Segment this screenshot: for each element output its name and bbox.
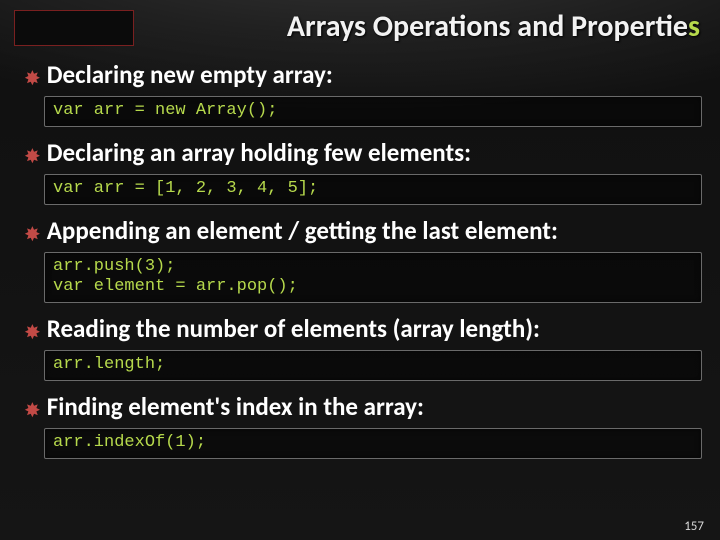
bullet-text: Reading the number of elements (array le… — [47, 313, 540, 344]
bullet-text: Appending an element / getting the last … — [47, 215, 558, 246]
bullet-row: ✸ Finding element's index in the array: — [24, 391, 702, 422]
page-number: 157 — [684, 519, 704, 534]
bullet-star-icon: ✸ — [24, 399, 41, 423]
code-block: var arr = new Array(); — [44, 96, 702, 127]
slide: Arrays Operations and Properties ✸ Decla… — [0, 0, 720, 540]
bullet-row: ✸ Reading the number of elements (array … — [24, 313, 702, 344]
code-block: arr.indexOf(1); — [44, 428, 702, 459]
bullet-star-icon: ✸ — [24, 145, 41, 169]
bullet-row: ✸ Appending an element / getting the las… — [24, 215, 702, 246]
bullet-star-icon: ✸ — [24, 321, 41, 345]
bullet-star-icon: ✸ — [24, 223, 41, 247]
bullet-star-icon: ✸ — [24, 67, 41, 91]
bullet-text: Declaring new empty array: — [47, 59, 333, 90]
bullet-text: Declaring an array holding few elements: — [47, 137, 471, 168]
code-block: var arr = [1, 2, 3, 4, 5]; — [44, 174, 702, 205]
code-block: arr.length; — [44, 350, 702, 381]
bullet-text: Finding element's index in the array: — [47, 391, 424, 422]
title-accent: s — [688, 8, 700, 45]
title-text: Arrays Operations and Propertie — [287, 8, 688, 45]
bullet-row: ✸ Declaring an array holding few element… — [24, 137, 702, 168]
bullet-row: ✸ Declaring new empty array: — [24, 59, 702, 90]
logo-box — [14, 10, 134, 46]
code-block: arr.push(3); var element = arr.pop(); — [44, 252, 702, 303]
